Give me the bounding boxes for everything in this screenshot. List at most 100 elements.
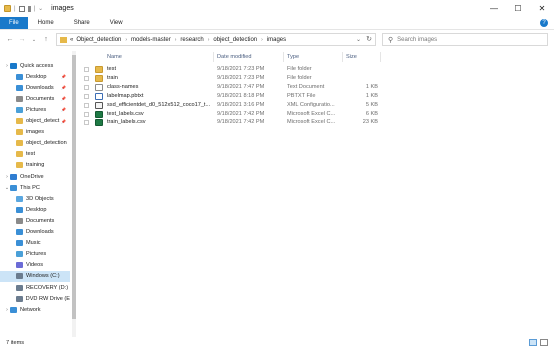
file-row[interactable]: test_labels.csv 9/18/2021 7:42 PM Microsof… xyxy=(80,110,548,119)
nav-item-label: Network xyxy=(20,306,41,313)
column-header-name[interactable]: Name xyxy=(107,54,122,60)
navigation-scrollbar[interactable] xyxy=(72,51,76,337)
nav-item-pictures[interactable]: Pictures 📌 xyxy=(0,104,70,115)
address-dropdown-icon[interactable]: ⌄ xyxy=(356,36,361,43)
file-row[interactable]: labelmap.pbtxt 9/18/2021 8:18 PM PBTXT Fil… xyxy=(80,92,548,101)
nav-item-windows-c[interactable]: Windows (C:) xyxy=(0,270,70,282)
address-bar[interactable]: « Object_detection › models-master › res… xyxy=(56,33,376,46)
maximize-button[interactable]: ☐ xyxy=(506,0,530,17)
file-row[interactable]: test 9/18/2021 7:23 PM File folder xyxy=(80,65,548,74)
nav-item-object-detection[interactable]: object_detection xyxy=(0,138,70,149)
documents-icon xyxy=(16,95,23,102)
tab-view[interactable]: View xyxy=(100,17,133,29)
breadcrumb-segment[interactable]: object_detection xyxy=(213,37,257,43)
address-row: ← → ⌄ ↑ « Object_detection › models-mast… xyxy=(0,31,554,48)
nav-item-desktop[interactable]: Desktop xyxy=(0,204,70,215)
breadcrumb-segment[interactable]: Object_detection xyxy=(76,37,121,43)
pbtxt-file-icon xyxy=(95,92,103,100)
folder-icon xyxy=(95,74,103,82)
nav-item-label: Windows (C:) xyxy=(26,273,60,280)
folder-icon xyxy=(4,5,11,12)
row-checkbox[interactable] xyxy=(84,75,89,81)
column-divider[interactable] xyxy=(342,52,343,62)
details-view-icon[interactable] xyxy=(529,339,537,346)
nav-item-images[interactable]: images xyxy=(0,127,70,138)
overflow-chevron[interactable]: « xyxy=(70,37,73,43)
column-header-type[interactable]: Type xyxy=(287,54,299,60)
pin-icon[interactable] xyxy=(27,5,31,12)
breadcrumb-segment[interactable]: research xyxy=(180,37,203,43)
file-row[interactable]: ssd_efficientdet_d0_512x512_coco17_t... 9… xyxy=(80,101,548,110)
row-checkbox[interactable] xyxy=(84,93,89,99)
close-button[interactable]: ✕ xyxy=(530,0,554,17)
chevron-down-icon[interactable]: ⌄ xyxy=(38,5,43,12)
nav-item-object-detect[interactable]: object_detect 📌 xyxy=(0,116,70,127)
column-header-date[interactable]: Date modified xyxy=(217,54,252,60)
back-button[interactable]: ← xyxy=(4,33,16,47)
nav-item-label: DVD RW Drive (E xyxy=(25,295,70,302)
nav-item-test[interactable]: test xyxy=(0,149,70,160)
chevron-right-icon[interactable]: › xyxy=(125,37,127,43)
nav-item-network[interactable]: › Network xyxy=(0,304,70,315)
properties-icon[interactable] xyxy=(18,5,25,12)
nav-item-downloads[interactable]: Downloads xyxy=(0,227,70,238)
search-box[interactable]: ⚲ Search images xyxy=(382,33,548,46)
chevron-right-icon[interactable]: › xyxy=(175,37,177,43)
videos-icon xyxy=(16,262,23,269)
nav-item-recovery-d[interactable]: RECOVERY (D:) xyxy=(0,282,70,293)
pictures-icon xyxy=(16,251,23,258)
chevron-right-icon[interactable]: › xyxy=(261,37,263,43)
nav-item-this-pc[interactable]: ⌄ This PC xyxy=(0,182,70,193)
view-switcher xyxy=(529,339,548,346)
help-button[interactable]: ? xyxy=(540,19,548,27)
tab-share[interactable]: Share xyxy=(64,17,100,29)
tab-file[interactable]: File xyxy=(0,17,28,29)
up-button[interactable]: ↑ xyxy=(40,33,52,47)
file-type: Microsoft Excel C... xyxy=(287,110,336,117)
column-header-size[interactable]: Size xyxy=(346,54,357,60)
forward-button[interactable]: → xyxy=(16,33,28,47)
file-date-modified: 9/18/2021 7:23 PM xyxy=(217,74,265,81)
nav-item-music[interactable]: Music xyxy=(0,238,70,249)
network-icon xyxy=(10,306,17,313)
folder-icon xyxy=(16,129,23,136)
row-checkbox[interactable] xyxy=(84,111,89,117)
row-checkbox[interactable] xyxy=(84,84,89,90)
minimize-button[interactable]: — xyxy=(482,0,506,17)
nav-item-dvd-rw-drive-e[interactable]: DVD RW Drive (E xyxy=(0,293,70,304)
breadcrumb-segment[interactable]: images xyxy=(267,37,286,43)
nav-item-desktop[interactable]: Desktop 📌 xyxy=(0,71,70,82)
file-row[interactable]: train 9/18/2021 7:23 PM File folder xyxy=(80,74,548,83)
nav-item-videos[interactable]: Videos xyxy=(0,260,70,271)
column-divider[interactable] xyxy=(213,52,214,62)
nav-item-onedrive[interactable]: › OneDrive xyxy=(0,171,70,182)
recent-locations-button[interactable]: ⌄ xyxy=(28,33,40,47)
row-checkbox[interactable] xyxy=(84,67,89,72)
nav-item-documents[interactable]: Documents xyxy=(0,215,70,226)
file-list: Name Date modified Type Size test 9/18/20… xyxy=(80,51,548,335)
text-file-icon xyxy=(95,83,103,91)
nav-item-training[interactable]: training xyxy=(0,160,70,171)
file-row[interactable]: class-names 9/18/2021 7:47 PM Text Documen… xyxy=(80,83,548,92)
row-checkbox[interactable] xyxy=(84,102,89,108)
tab-home[interactable]: Home xyxy=(28,17,64,29)
scrollbar-thumb[interactable] xyxy=(72,55,76,319)
row-checkbox[interactable] xyxy=(84,120,89,126)
nav-item-quick-access[interactable]: › Quick access xyxy=(0,60,70,71)
column-divider[interactable] xyxy=(283,52,284,62)
refresh-icon[interactable]: ↻ xyxy=(366,35,372,43)
file-name: ssd_efficientdet_d0_512x512_coco17_t... xyxy=(107,101,211,108)
nav-item-label: RECOVERY (D:) xyxy=(26,284,69,291)
chevron-right-icon[interactable]: › xyxy=(208,37,210,43)
nav-item-downloads[interactable]: Downloads 📌 xyxy=(0,82,70,93)
file-type: PBTXT File xyxy=(287,92,316,99)
large-icons-view-icon[interactable] xyxy=(540,339,548,346)
nav-item-pictures[interactable]: Pictures xyxy=(0,249,70,260)
file-date-modified: 9/18/2021 3:16 PM xyxy=(217,101,265,108)
nav-item-3d-objects[interactable]: 3D Objects xyxy=(0,193,70,204)
file-date-modified: 9/18/2021 7:42 PM xyxy=(217,119,265,126)
nav-item-documents[interactable]: Documents 📌 xyxy=(0,93,70,104)
column-divider[interactable] xyxy=(380,52,381,62)
file-row[interactable]: train_labels.csv 9/18/2021 7:42 PM Microso… xyxy=(80,118,548,127)
breadcrumb-segment[interactable]: models-master xyxy=(131,37,171,43)
